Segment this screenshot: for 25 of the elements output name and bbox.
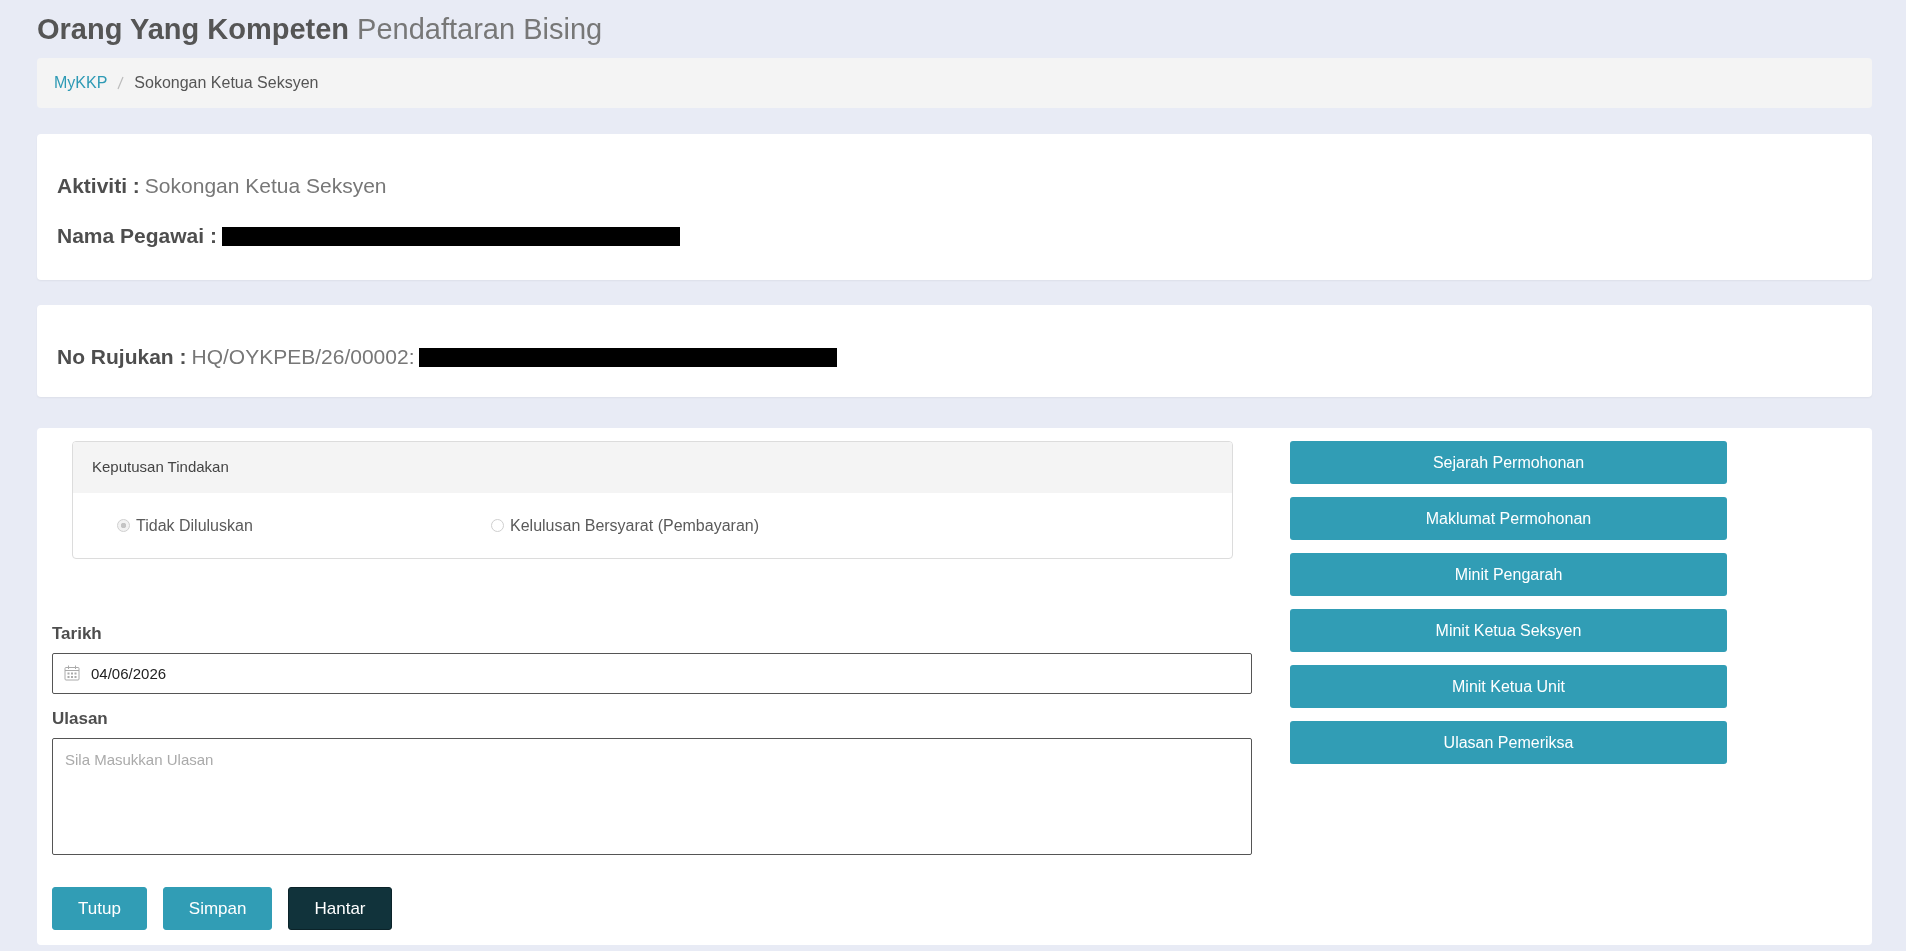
field-label: Aktiviti : [57, 173, 140, 199]
slash-icon [117, 76, 125, 90]
nav-button[interactable]: Minit Ketua Unit [1290, 665, 1727, 708]
field-value: HQ/OYKPEB/26/00002: [191, 344, 415, 370]
field-label: Nama Pegawai : [57, 223, 217, 249]
nav-button[interactable]: Minit Ketua Seksyen [1290, 609, 1727, 652]
submit-button[interactable]: Hantar [288, 887, 392, 930]
page-subtitle: Pendaftaran Bising [357, 12, 603, 46]
breadcrumb-link[interactable]: MyKKP [54, 71, 108, 95]
field-value: Sokongan Ketua Seksyen [144, 173, 387, 199]
field-label: Ulasan [52, 708, 108, 730]
breadcrumb-current: Sokongan Ketua Seksyen [134, 73, 319, 93]
field-label: Tarikh [52, 623, 102, 645]
date-field[interactable]: 04/06/2026 [52, 653, 1252, 694]
save-button[interactable]: Simpan [162, 887, 273, 930]
nav-button[interactable]: Minit Pengarah [1290, 553, 1727, 596]
page-title: Orang Yang Kompeten [37, 12, 350, 46]
remarks-field[interactable]: Sila Masukkan Ulasan [52, 738, 1252, 855]
nav-button[interactable]: Maklumat Permohonan [1290, 497, 1727, 540]
field-label: No Rujukan : [57, 344, 187, 370]
close-button[interactable]: Tutup [52, 887, 147, 930]
nav-button[interactable]: Sejarah Permohonan [1290, 441, 1727, 484]
nav-button[interactable]: Ulasan Pemeriksa [1290, 721, 1727, 764]
calendar-icon [64, 665, 80, 681]
panel-header: Keputusan Tindakan [73, 442, 1232, 493]
